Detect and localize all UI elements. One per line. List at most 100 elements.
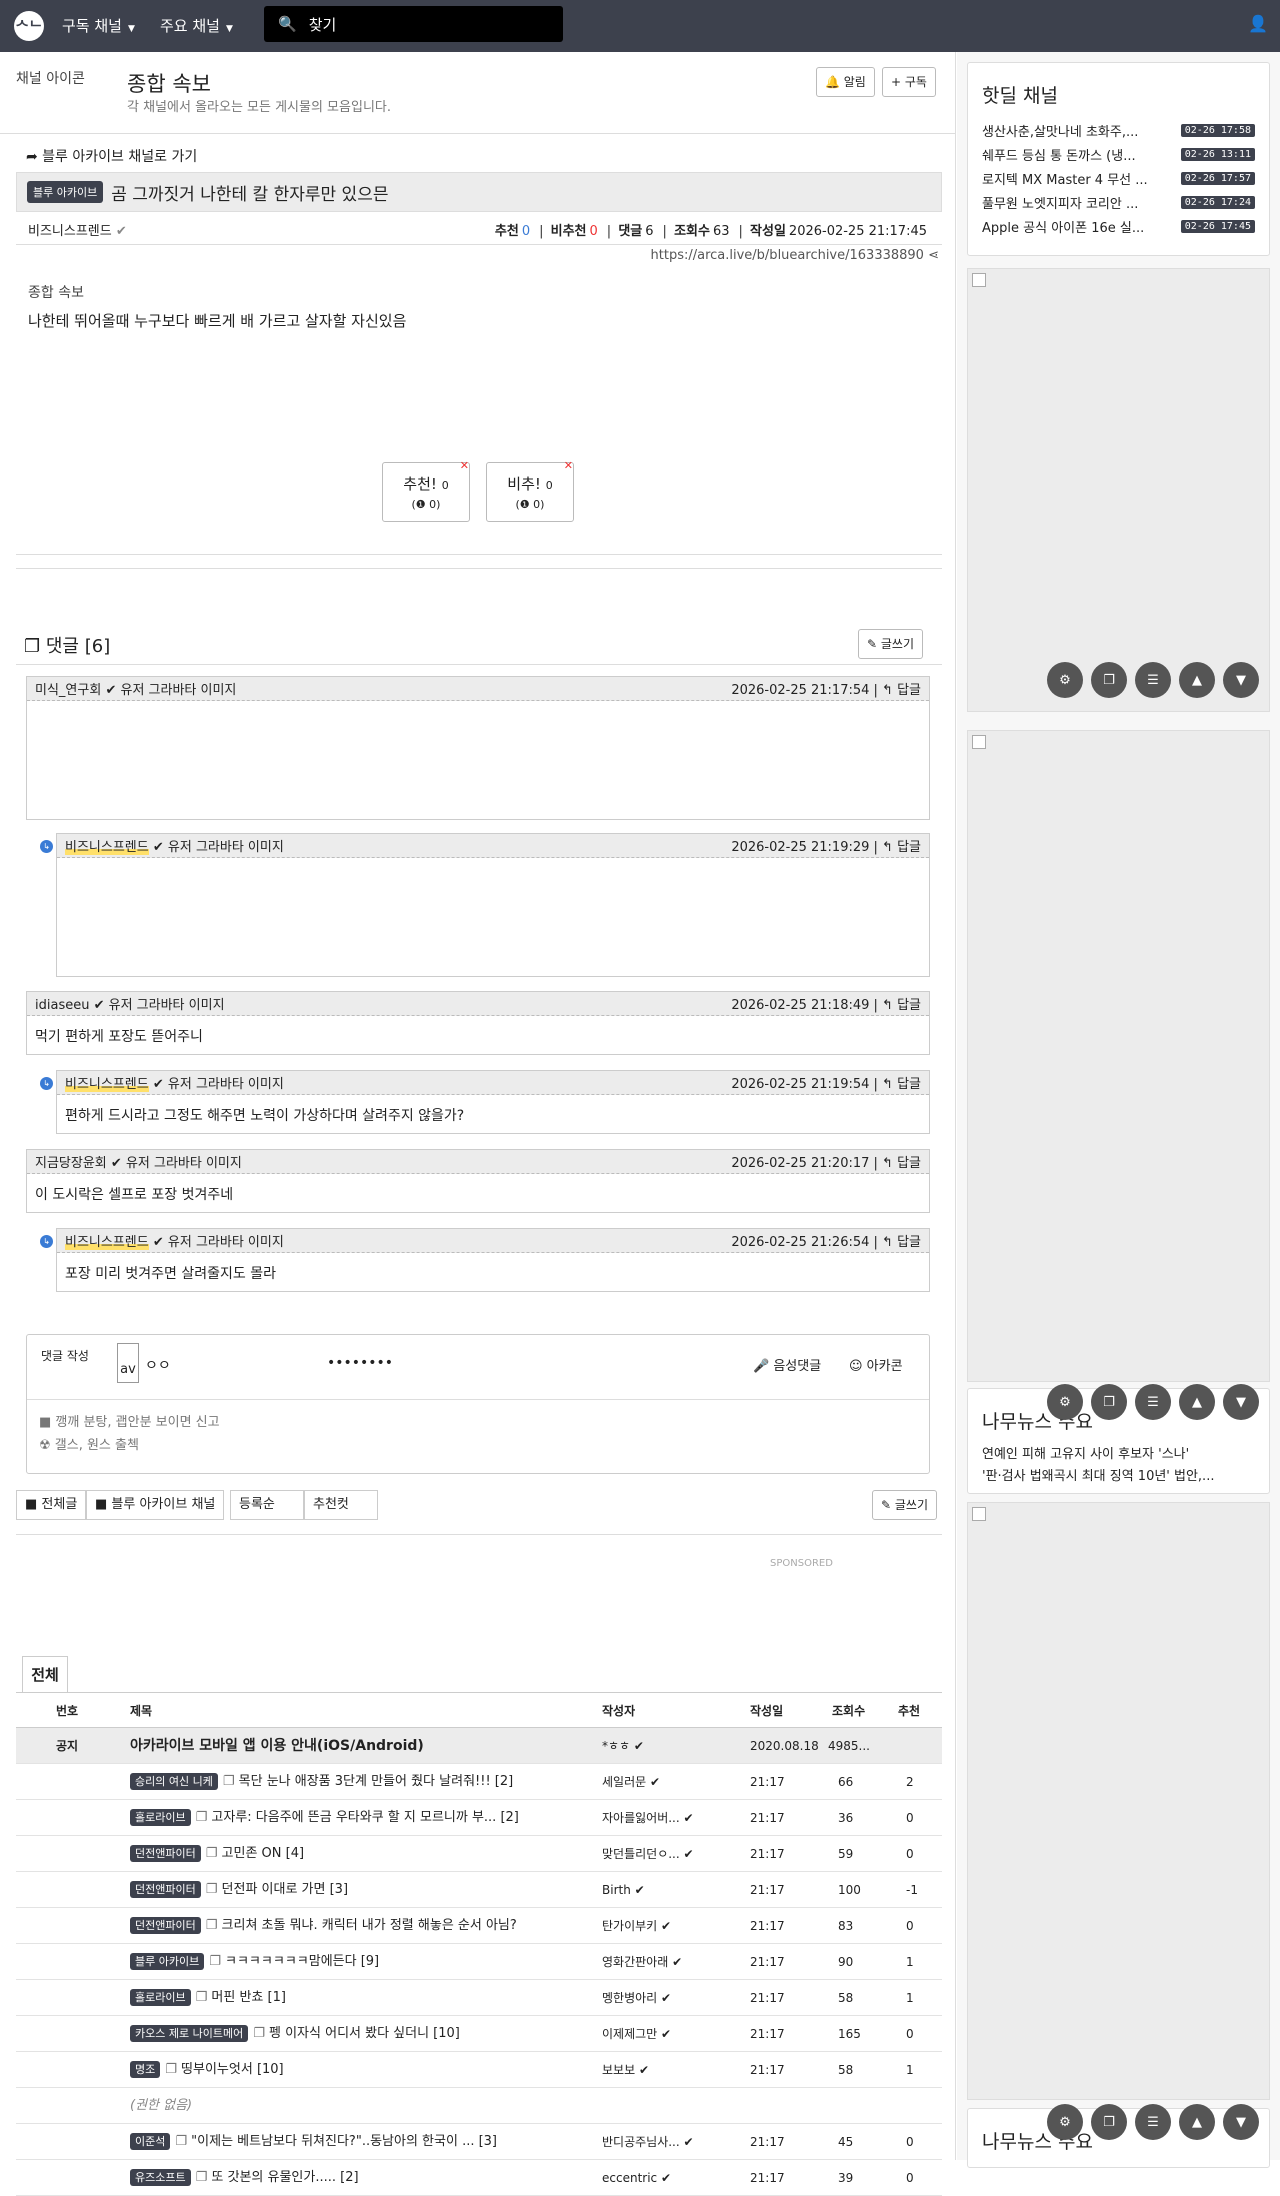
- category-badge[interactable]: 던전앤파이터: [130, 1917, 201, 1934]
- row-author[interactable]: 보보보 ✔: [602, 2052, 712, 2088]
- channel-posts-button[interactable]: ■ 블루 아카이브 채널: [86, 1490, 225, 1520]
- list-icon[interactable]: ☰: [1135, 662, 1171, 698]
- reply-button[interactable]: ↰ 답글: [882, 1156, 921, 1171]
- copy-icon[interactable]: ❐: [1091, 2104, 1127, 2140]
- row-author[interactable]: 멩한병아리 ✔: [602, 1980, 712, 2016]
- row-author[interactable]: 탄가이부키 ✔: [602, 1908, 712, 1944]
- subscribe-button[interactable]: + 구독: [882, 67, 936, 97]
- table-row[interactable]: 던전앤파이터 ❐ 던전파 이대로 가면 [3] Birth ✔ 21:17 100 -1: [16, 1872, 942, 1908]
- table-row[interactable]: 던전앤파이터 ❐ 고민존 ON [4] 맞던틀리던ㅇ... ✔ 21:17 59 0: [16, 1836, 942, 1872]
- row-author[interactable]: 반디공주님사... ✔: [602, 2124, 712, 2160]
- comment-textarea[interactable]: ■ 깽깨 분탕, 괩안분 보이면 신고 ☢ 갤스, 원스 출첵: [39, 1411, 220, 1453]
- row-author[interactable]: 이제제그만 ✔: [602, 2016, 712, 2052]
- voice-comment-button[interactable]: 🎤 음성댓글: [753, 1355, 821, 1374]
- table-row[interactable]: 던전앤파이터 ❐ 크리쳐 초돌 뭐냐. 캐릭터 내가 정렬 해놓은 순서 아님? 탄…: [16, 1908, 942, 1944]
- ad-banner[interactable]: [967, 730, 1270, 1382]
- news-item[interactable]: 연예인 피해 고유지 사이 후보자 '스나': [968, 1444, 1269, 1466]
- row-author[interactable]: 영화간판아래 ✔: [602, 1944, 712, 1980]
- arrow-up-icon[interactable]: ▲: [1179, 2104, 1215, 2140]
- row-author[interactable]: Birth ✔: [602, 1872, 712, 1908]
- copy-icon[interactable]: ❐: [1091, 1384, 1127, 1420]
- category-badge[interactable]: 카오스 제로 나이트메어: [130, 2025, 249, 2042]
- category-badge[interactable]: 던전앤파이터: [130, 1881, 201, 1898]
- search-input[interactable]: 🔍 찾기: [264, 6, 563, 42]
- category-badge[interactable]: 블루 아카이브: [130, 1953, 205, 1970]
- gear-icon[interactable]: ⚙: [1047, 662, 1083, 698]
- category-badge[interactable]: 홀로라이브: [130, 1809, 191, 1826]
- row-author[interactable]: 자아를잃어버... ✔: [602, 1800, 712, 1836]
- row-author[interactable]: eccentric ✔: [602, 2160, 712, 2196]
- write-button[interactable]: ✎ 글쓰기: [858, 629, 924, 659]
- notice-row[interactable]: 공지 아카라이브 모바일 앱 이용 안내(iOS/Android) *ㅎㅎ ✔ …: [16, 1728, 942, 1764]
- news-item[interactable]: 연예인 피해 고유지 사이 후보자 '스나': [968, 2164, 1269, 2167]
- tab-all[interactable]: 전체: [22, 1656, 68, 1692]
- row-author[interactable]: 세일러문 ✔: [602, 1764, 712, 1800]
- comment-author[interactable]: 비즈니스프렌드 ✔ 유저 그라바타 이미지: [65, 1073, 284, 1092]
- table-row[interactable]: 블루 아카이브 ❐ ㅋㅋㅋㅋㅋㅋㅋ맘에든다 [9] 영화간판아래 ✔ 21:17 90 1: [16, 1944, 942, 1980]
- ad-banner[interactable]: [967, 268, 1270, 712]
- article-author[interactable]: 비즈니스프렌드 ✔: [28, 220, 127, 239]
- list-icon[interactable]: ☰: [1135, 1384, 1171, 1420]
- table-row[interactable]: 홀로라이브 ❐ 머핀 반쵸 [1] 멩한병아리 ✔ 21:17 58 1: [16, 1980, 942, 2016]
- category-badge[interactable]: 유즈소프트: [130, 2169, 191, 2186]
- article-url[interactable]: https://arca.live/b/bluearchive/16333889…: [651, 248, 939, 263]
- comment-author[interactable]: 지금당장윤회 ✔ 유저 그라바타 이미지: [35, 1152, 242, 1171]
- gear-icon[interactable]: ⚙: [1047, 2104, 1083, 2140]
- hotdeal-item[interactable]: Apple 공식 아이폰 16e 실... 02-26 17:45: [968, 214, 1269, 238]
- recommend-cut-button[interactable]: 추천컷: [304, 1490, 378, 1520]
- reply-button[interactable]: ↰ 답글: [882, 1077, 921, 1092]
- hotdeal-title[interactable]: 핫딜 채널: [982, 81, 1269, 108]
- channel-title[interactable]: 종합 속보: [127, 68, 211, 98]
- hotdeal-item[interactable]: 쉐푸드 등심 통 돈까스 (냉... 02-26 13:11: [968, 142, 1269, 166]
- list-icon[interactable]: ☰: [1135, 2104, 1171, 2140]
- nav-main-channels[interactable]: 주요 채널 ▼: [160, 0, 233, 52]
- table-row[interactable]: 유즈소프트 ❐ 또 갓본의 유물인가..... [2] eccentric ✔ 21:…: [16, 2160, 942, 2196]
- comment-author[interactable]: idiaseeu ✔ 유저 그라바타 이미지: [35, 994, 225, 1013]
- table-row[interactable]: 승리의 여신 니케 ❐ 목단 눈나 애장품 3단계 만들어 줬다 날려줘!!! […: [16, 1764, 942, 1800]
- gear-icon[interactable]: ⚙: [1047, 1384, 1083, 1420]
- category-badge[interactable]: 블루 아카이브: [27, 181, 104, 203]
- comment-author[interactable]: 비즈니스프렌드 ✔ 유저 그라바타 이미지: [65, 1231, 284, 1250]
- all-posts-button[interactable]: ■ 전체글: [16, 1490, 87, 1520]
- category-badge[interactable]: 명조: [130, 2061, 161, 2078]
- hotdeal-item[interactable]: 생산사춘,살맛나네 초화주,... 02-26 17:58: [968, 118, 1269, 142]
- comment-author[interactable]: 비즈니스프렌드 ✔ 유저 그라바타 이미지: [65, 836, 284, 855]
- write-button[interactable]: ✎ 글쓰기: [872, 1490, 938, 1520]
- sort-register-button[interactable]: 등록순: [230, 1490, 304, 1520]
- arcacon-button[interactable]: ☺ 아카콘: [849, 1355, 903, 1374]
- arrow-up-icon[interactable]: ▲: [1179, 1384, 1215, 1420]
- reply-button[interactable]: ↰ 답글: [882, 1235, 921, 1250]
- hotdeal-item[interactable]: 풀무원 노엣지피자 코리안 ... 02-26 17:24: [968, 190, 1269, 214]
- share-icon[interactable]: ⋖: [928, 248, 939, 263]
- arrow-down-icon[interactable]: ▼: [1223, 1384, 1259, 1420]
- user-icon[interactable]: 👤: [1248, 14, 1268, 33]
- table-row[interactable]: 홀로라이브 ❐ 고자루: 다음주에 뜬금 우타와쿠 할 지 모르니까 부... […: [16, 1800, 942, 1836]
- table-row[interactable]: 이준석 ❐ "이제는 베트남보다 뒤쳐진다?"..동남아의 한국이 ... [3]…: [16, 2124, 942, 2160]
- nav-subscribed-channels[interactable]: 구독 채널 ▼: [62, 0, 135, 52]
- category-badge[interactable]: 이준석: [130, 2133, 171, 2150]
- ad-banner[interactable]: [967, 1502, 1270, 2100]
- back-to-channel-link[interactable]: ➦ 블루 아카이브 채널로 가기: [26, 146, 197, 166]
- table-row[interactable]: 카오스 제로 나이트메어 ❐ 펭 이자식 어디서 봤다 싶더니 [10] 이제제그만…: [16, 2016, 942, 2052]
- downvote-button[interactable]: ✕ 비추! 0 (❶ 0): [486, 459, 574, 522]
- table-row[interactable]: 명조 ❐ 띵부이누엇서 [10] 보보보 ✔ 21:17 58 1: [16, 2052, 942, 2088]
- upvote-button[interactable]: ✕ 추천! 0 (❶ 0): [382, 459, 470, 522]
- news-item[interactable]: '판·검사 법왜곡시 최대 징역 10년' 법안,...: [968, 1466, 1269, 1488]
- category-badge[interactable]: 던전앤파이터: [130, 1845, 201, 1862]
- arrow-down-icon[interactable]: ▼: [1223, 2104, 1259, 2140]
- category-badge[interactable]: 홀로라이브: [130, 1989, 191, 2006]
- row-author[interactable]: 맞던틀리던ㅇ... ✔: [602, 1836, 712, 1872]
- password-field[interactable]: ••••••••: [327, 1355, 393, 1371]
- copy-icon[interactable]: ❐: [1091, 662, 1127, 698]
- reply-button[interactable]: ↰ 답글: [882, 998, 921, 1013]
- nickname-field[interactable]: ㅇㅇ: [145, 1355, 171, 1375]
- arrow-down-icon[interactable]: ▼: [1223, 662, 1259, 698]
- reply-button[interactable]: ↰ 답글: [882, 683, 921, 698]
- arca-logo[interactable]: ᄉᄂ: [14, 11, 44, 41]
- alarm-button[interactable]: 🔔 알림: [816, 67, 875, 97]
- hotdeal-item[interactable]: 로지텍 MX Master 4 무선 ... 02-26 17:57: [968, 166, 1269, 190]
- arrow-up-icon[interactable]: ▲: [1179, 662, 1215, 698]
- comment-author[interactable]: 미식_연구회 ✔ 유저 그라바타 이미지: [35, 679, 236, 698]
- category-badge[interactable]: 승리의 여신 니케: [130, 1773, 218, 1790]
- reply-button[interactable]: ↰ 답글: [882, 840, 921, 855]
